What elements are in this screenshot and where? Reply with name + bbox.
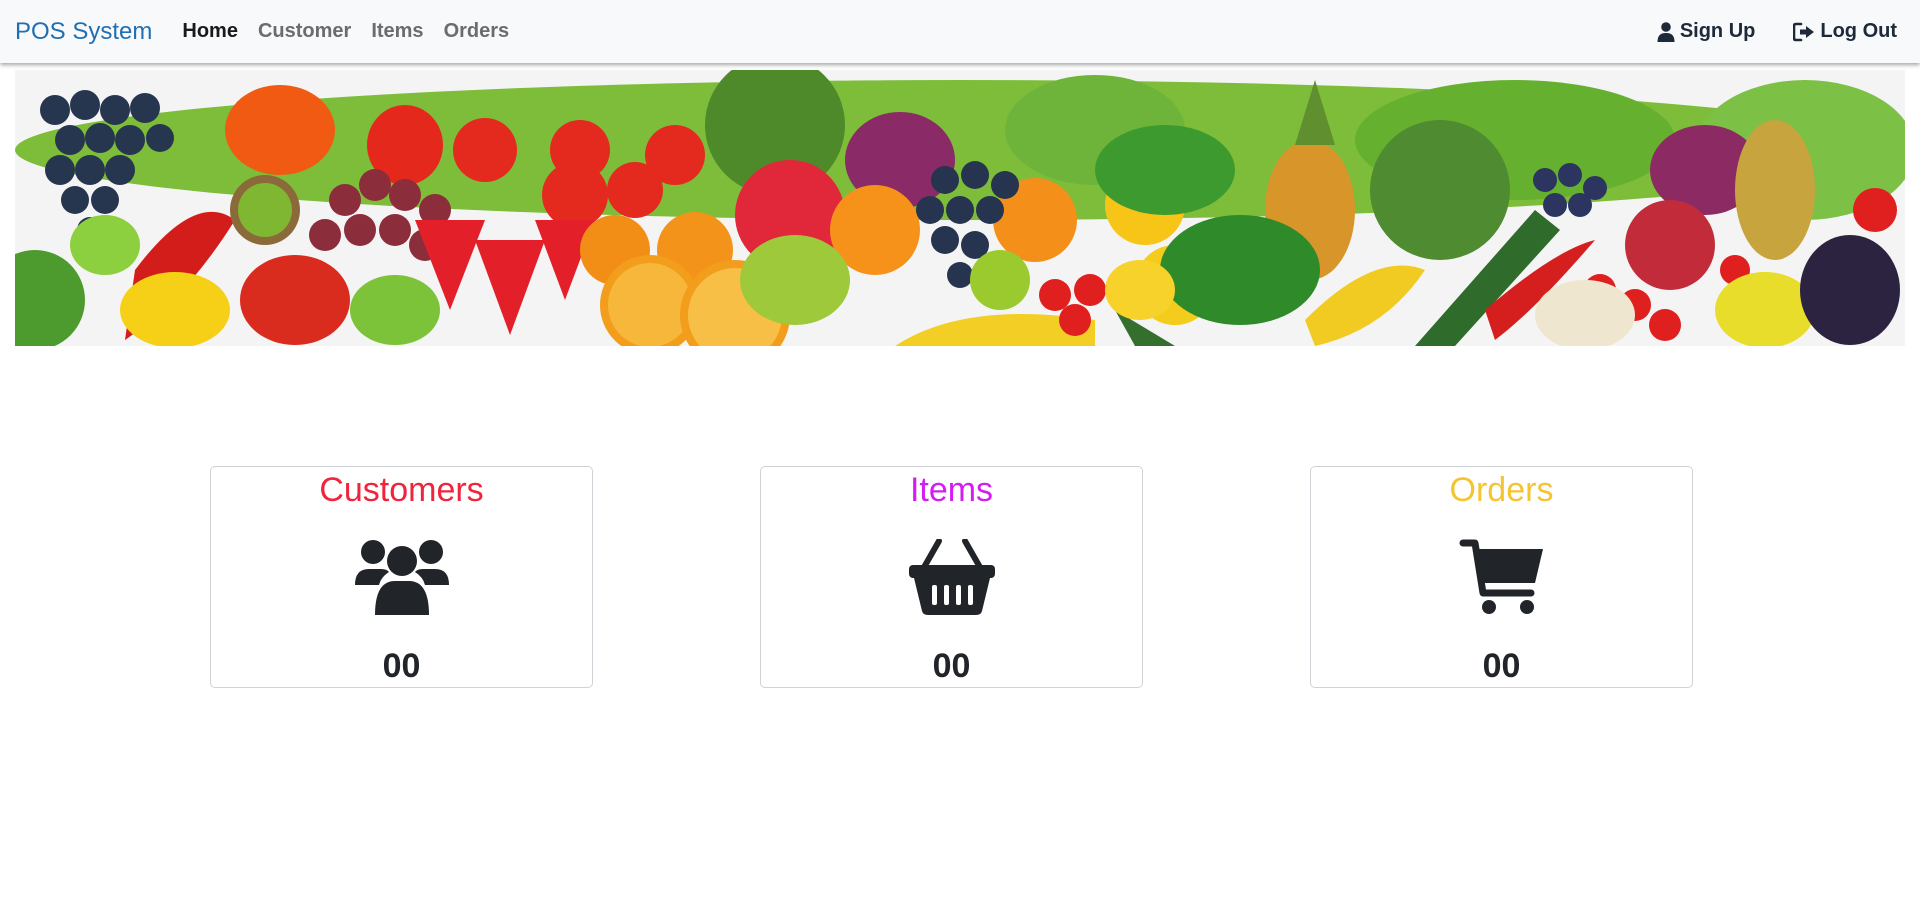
orders-card-title: Orders	[1449, 471, 1554, 509]
top-navbar: POS System Home Customer Items Orders Si…	[0, 0, 1920, 63]
customers-count: 00	[382, 647, 421, 685]
nav-link-home[interactable]: Home	[182, 20, 238, 43]
customers-card-title: Customers	[319, 471, 484, 509]
brand-title[interactable]: POS System	[15, 18, 152, 46]
cart-icon	[1459, 539, 1543, 614]
nav-actions: Sign Up Log Out	[1619, 20, 1897, 43]
items-card[interactable]: Items 00	[760, 466, 1143, 688]
nav-link-orders[interactable]: Orders	[444, 20, 510, 43]
customers-card[interactable]: Customers 00	[210, 466, 593, 688]
users-icon	[354, 540, 449, 615]
produce-banner-image	[15, 70, 1905, 346]
nav-link-customer[interactable]: Customer	[258, 20, 351, 43]
sign-up-label: Sign Up	[1679, 20, 1756, 42]
items-card-title: Items	[909, 471, 994, 509]
basket-icon	[908, 539, 995, 615]
nav-link-items[interactable]: Items	[371, 20, 423, 43]
log-out-label: Log Out	[1820, 20, 1897, 42]
banner-illustration	[15, 70, 1905, 346]
sign-out-icon	[1793, 22, 1815, 41]
nav-links: Home Customer Items Orders	[182, 20, 529, 43]
user-icon	[1657, 21, 1675, 42]
log-out-button[interactable]: Log Out	[1793, 20, 1897, 43]
items-count: 00	[932, 647, 971, 685]
orders-count: 00	[1482, 647, 1521, 685]
sign-up-button[interactable]: Sign Up	[1657, 20, 1756, 43]
orders-card[interactable]: Orders 00	[1310, 466, 1693, 688]
